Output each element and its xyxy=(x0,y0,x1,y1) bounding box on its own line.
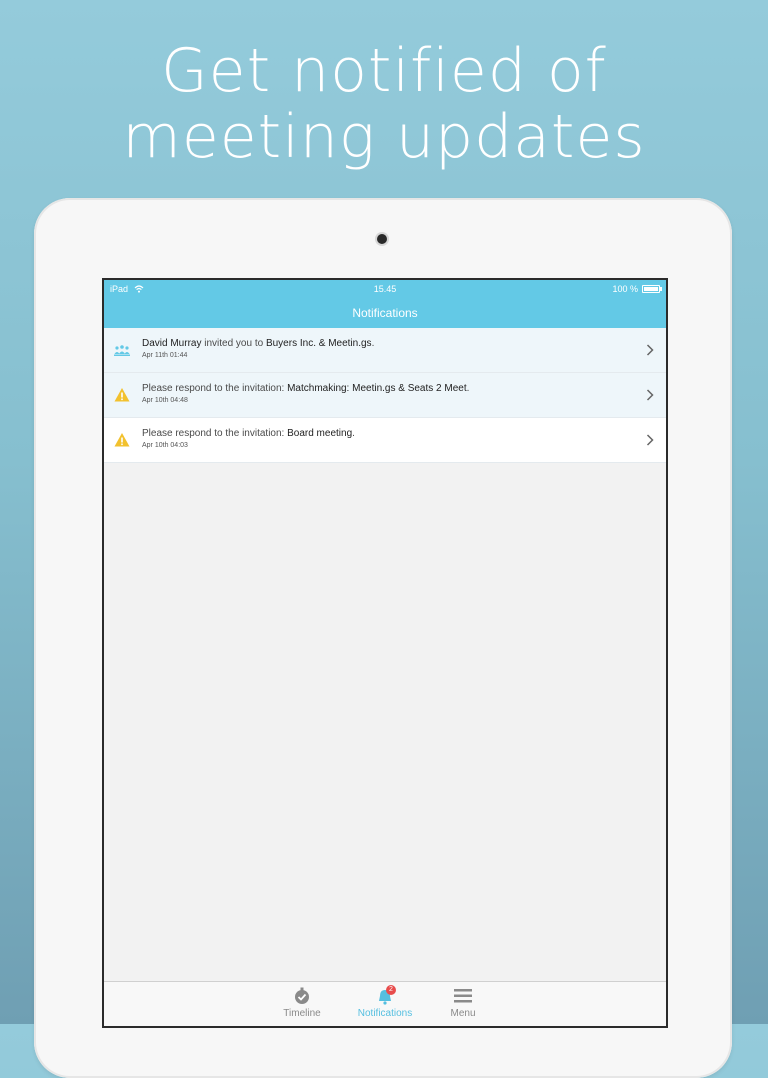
notification-badge: 2 xyxy=(386,985,396,995)
notification-text: David Murray invited you to Buyers Inc. … xyxy=(142,338,636,349)
battery-percent: 100 % xyxy=(612,284,638,294)
notification-date: Apr 10th 04:48 xyxy=(142,397,188,404)
notification-meeting: Matchmaking: Meetin.gs & Seats 2 Meet xyxy=(287,383,467,394)
notification-row[interactable]: David Murray invited you to Buyers Inc. … xyxy=(104,328,666,373)
notification-message: Please respond to the invitation: xyxy=(142,383,288,394)
notification-date: Apr 10th 04:03 xyxy=(142,442,188,449)
chevron-right-icon xyxy=(646,389,654,401)
headline-line-2: meeting updates xyxy=(122,102,646,172)
status-right: 100 % xyxy=(612,280,662,298)
ipad-frame: iPad 15.45 100 % Notifications David Mur… xyxy=(34,198,732,1078)
notification-end: . xyxy=(352,428,355,439)
tab-timeline[interactable]: Timeline xyxy=(267,986,337,1019)
notification-list: David Murray invited you to Buyers Inc. … xyxy=(104,328,666,463)
notification-meeting: Board meeting xyxy=(287,428,353,439)
status-time: 15.45 xyxy=(373,284,397,294)
notification-row[interactable]: Please respond to the invitation: Board … xyxy=(104,418,666,463)
status-bar: iPad 15.45 100 % xyxy=(104,280,666,298)
chevron-right-icon xyxy=(646,434,654,446)
tab-notifications[interactable]: 2 Notifications xyxy=(350,985,420,1019)
tab-label: Menu xyxy=(450,1008,476,1019)
tab-label: Timeline xyxy=(283,1008,321,1019)
nav-bar: Notifications xyxy=(104,298,666,328)
tab-bar: Timeline 2 Notifications Menu xyxy=(104,981,666,1026)
chevron-right-icon xyxy=(646,344,654,356)
notification-end: . xyxy=(371,338,375,349)
promo-headline: Get notified of meeting updates xyxy=(0,38,768,170)
ipad-screen: iPad 15.45 100 % Notifications David Mur… xyxy=(102,278,668,1028)
tab-menu[interactable]: Menu xyxy=(428,986,498,1019)
battery-fill xyxy=(644,287,658,291)
bell-icon-wrap: 2 xyxy=(375,985,396,1006)
notification-meeting: Buyers Inc. & Meetin.gs xyxy=(265,338,372,349)
battery-icon xyxy=(642,285,662,293)
camera-icon xyxy=(377,234,387,244)
notification-message: Please respond to the invitation: xyxy=(142,428,288,439)
menu-icon xyxy=(454,989,472,1003)
notification-row[interactable]: Please respond to the invitation: Matchm… xyxy=(104,373,666,418)
notification-actor: David Murray xyxy=(142,338,202,349)
notification-date: Apr 11th 01:44 xyxy=(142,352,188,359)
tab-label: Notifications xyxy=(357,1008,413,1019)
warning-icon xyxy=(114,388,130,402)
timeline-icon xyxy=(295,987,309,1004)
headline-line-1: Get notified of xyxy=(161,36,607,106)
notification-end: . xyxy=(466,383,470,394)
group-icon xyxy=(114,345,130,356)
notification-message: invited you to xyxy=(201,338,266,349)
notification-text: Please respond to the invitation: Matchm… xyxy=(142,383,636,394)
page-title: Notifications xyxy=(352,306,418,320)
warning-icon xyxy=(114,433,130,447)
notification-text: Please respond to the invitation: Board … xyxy=(142,428,636,439)
